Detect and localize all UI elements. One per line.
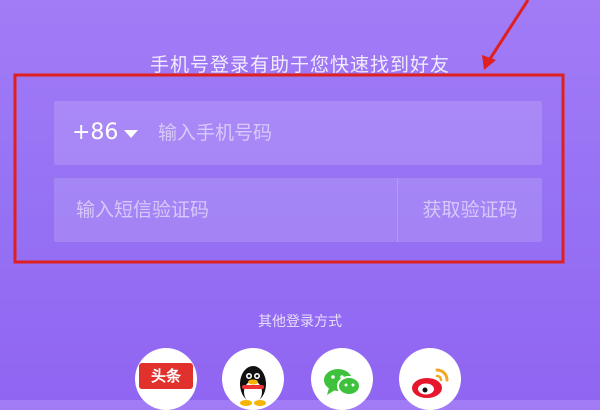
toutiao-icon: 头条 <box>139 363 193 389</box>
qq-login-button[interactable] <box>222 348 284 410</box>
toutiao-login-button[interactable]: 头条 <box>135 348 197 410</box>
phone-row: +86 <box>54 101 542 165</box>
qq-penguin-icon <box>240 366 266 406</box>
sms-code-row: 获取验证码 <box>54 178 542 242</box>
wechat-login-button[interactable] <box>311 348 373 410</box>
weibo-login-button[interactable] <box>399 348 461 410</box>
weibo-icon <box>412 368 449 398</box>
login-hint: 手机号登录有助于您快速找到好友 <box>149 54 450 76</box>
country-code: +86 <box>72 120 119 145</box>
sms-code-input[interactable] <box>76 196 376 224</box>
phone-input[interactable] <box>158 119 518 147</box>
caret-down-icon <box>124 130 139 138</box>
wechat-icon <box>324 369 361 396</box>
get-code-button[interactable]: 获取验证码 <box>398 178 542 242</box>
country-code-selector[interactable]: +86 <box>72 120 139 145</box>
other-login-title: 其他登录方式 <box>258 314 342 330</box>
